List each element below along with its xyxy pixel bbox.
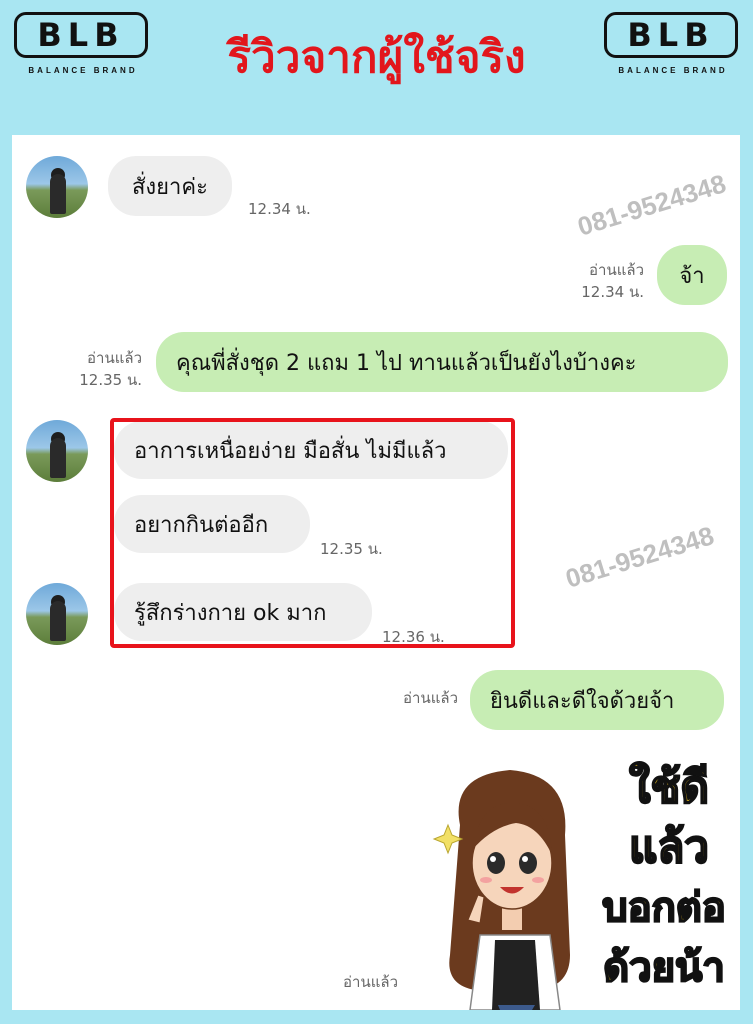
page-title: รีวิวจากผู้ใช้จริง	[227, 32, 526, 83]
message-bubble-outgoing[interactable]: ยินดีและดีใจด้วยจ้า	[470, 670, 724, 730]
read-receipt: อ่านแล้ว	[589, 261, 644, 279]
avatar-person-shape	[50, 438, 66, 478]
read-receipt: อ่านแล้ว	[403, 689, 458, 707]
sticker-caption-line: บอกต่อ	[601, 884, 727, 932]
highlight-frame	[110, 418, 515, 648]
sticker-caption-line: ด้วยน้า	[602, 944, 726, 992]
message-bubble-incoming[interactable]: สั่งยาค่ะ	[108, 156, 232, 216]
avatar-person-shape	[50, 174, 66, 214]
message-meta: อ่านแล้ว 12.34 น.	[562, 259, 644, 303]
avatar[interactable]	[26, 583, 88, 645]
brand-logo-right: BLB BALANCE BRAND	[604, 12, 742, 78]
read-receipt: อ่านแล้ว	[87, 349, 142, 367]
logo-subtext: BALANCE BRAND	[618, 66, 728, 75]
message-bubble-outgoing[interactable]: จ้า	[657, 245, 727, 305]
avatar-person-shape	[50, 601, 66, 641]
logo-mark: BLB	[14, 12, 148, 58]
phone-watermark: 081-9524348	[574, 168, 730, 242]
cartoon-girl-illustration	[432, 770, 570, 1010]
sticker-caption-line: แล้ว	[628, 822, 710, 874]
avatar[interactable]	[26, 156, 88, 218]
message-meta: อ่านแล้ว	[376, 687, 458, 709]
logo-subtext: BALANCE BRAND	[28, 66, 138, 75]
message-time: 12.34 น.	[581, 283, 644, 301]
message-meta: อ่านแล้ว 12.35 น.	[62, 347, 142, 391]
message-meta: อ่านแล้ว	[316, 971, 398, 993]
phone-watermark: 081-9524348	[562, 520, 718, 594]
sticker[interactable]: ใช้ดี แล้ว บอกต่อ ด้วยน้า	[420, 755, 740, 1010]
brand-logo-left: BLB BALANCE BRAND	[14, 12, 152, 78]
message-time: 12.35 น.	[79, 371, 142, 389]
avatar[interactable]	[26, 420, 88, 482]
sticker-caption-line: ใช้ดี	[628, 762, 710, 814]
message-time: 12.34 น.	[248, 200, 311, 218]
logo-mark: BLB	[604, 12, 738, 58]
header: BLB BALANCE BRAND รีวิวจากผู้ใช้จริง BLB…	[0, 0, 753, 135]
message-bubble-outgoing[interactable]: คุณพี่สั่งชุด 2 แถม 1 ไป ทานแล้วเป็นยังไ…	[156, 332, 728, 392]
read-receipt: อ่านแล้ว	[343, 973, 398, 991]
chat-screenshot: 081-9524348 081-9524348 สั่งยาค่ะ 12.34 …	[12, 135, 740, 1010]
